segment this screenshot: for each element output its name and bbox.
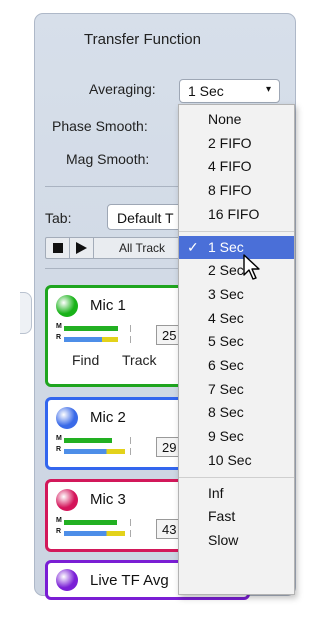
meter-m-fill bbox=[64, 438, 112, 443]
meter-m: M bbox=[56, 323, 148, 332]
dropdown-option-8-fifo[interactable]: 8 FIFO bbox=[179, 179, 294, 202]
dropdown-option-2-sec[interactable]: 2 Sec bbox=[179, 259, 294, 282]
dropdown-option-4-sec[interactable]: 4 Sec bbox=[179, 307, 294, 330]
dropdown-option-none[interactable]: None bbox=[179, 108, 294, 131]
phase-smooth-label: Phase Smooth: bbox=[52, 118, 148, 134]
dropdown-option-16-fifo[interactable]: 16 FIFO bbox=[179, 203, 294, 226]
dropdown-option-10-sec[interactable]: 10 Sec bbox=[179, 449, 294, 472]
meter-m-fill bbox=[64, 326, 118, 331]
meter-m-fill bbox=[64, 520, 117, 525]
track-name: Mic 3 bbox=[90, 491, 126, 508]
play-button[interactable] bbox=[70, 238, 94, 258]
mouse-pointer-icon bbox=[243, 254, 260, 280]
track-button[interactable]: Track bbox=[122, 352, 156, 368]
averaging-select[interactable]: 1 Sec ▾ bbox=[179, 79, 280, 103]
track-color-dot[interactable] bbox=[56, 569, 78, 591]
panel-collapse-handle[interactable] bbox=[20, 292, 32, 334]
meter-m: M bbox=[56, 517, 148, 526]
dropdown-option-inf[interactable]: Inf bbox=[179, 482, 294, 505]
dropdown-option-slow[interactable]: Slow bbox=[179, 529, 294, 552]
mag-smooth-label: Mag Smooth: bbox=[66, 151, 150, 167]
meter-r: R bbox=[56, 334, 148, 343]
dropdown-option-7-sec[interactable]: 7 Sec bbox=[179, 378, 294, 401]
dropdown-option-3-sec[interactable]: 3 Sec bbox=[179, 283, 294, 306]
meter-r-fill bbox=[64, 449, 125, 454]
dropdown-option-fast[interactable]: Fast bbox=[179, 505, 294, 528]
dropdown-option-8-sec[interactable]: 8 Sec bbox=[179, 401, 294, 424]
checkmark-icon: ✓ bbox=[187, 238, 199, 255]
meter-r: R bbox=[56, 446, 148, 455]
track-color-dot[interactable] bbox=[56, 295, 78, 317]
dropdown-option-5-sec[interactable]: 5 Sec bbox=[179, 330, 294, 353]
meter-m: M bbox=[56, 435, 148, 444]
averaging-label: Averaging: bbox=[89, 81, 156, 97]
averaging-dropdown-menu: None 2 FIFO 4 FIFO 8 FIFO 16 FIFO ✓ 1 Sec 2 Sec… bbox=[178, 104, 295, 595]
track-name: Live TF Avg bbox=[90, 572, 169, 589]
track-name: Mic 2 bbox=[90, 409, 126, 426]
play-icon bbox=[76, 242, 87, 254]
tab-label: Tab: bbox=[45, 210, 72, 226]
dropdown-option-1-sec[interactable]: ✓ 1 Sec bbox=[179, 235, 294, 259]
track-color-dot[interactable] bbox=[56, 407, 78, 429]
dropdown-option-9-sec[interactable]: 9 Sec bbox=[179, 425, 294, 448]
track-name: Mic 1 bbox=[90, 297, 126, 314]
dropdown-option-2-fifo[interactable]: 2 FIFO bbox=[179, 132, 294, 155]
chevron-down-icon: ▾ bbox=[265, 84, 271, 95]
meter-r: R bbox=[56, 528, 148, 537]
dropdown-option-4-fifo[interactable]: 4 FIFO bbox=[179, 155, 294, 178]
dropdown-option-6-sec[interactable]: 6 Sec bbox=[179, 354, 294, 377]
track-color-dot[interactable] bbox=[56, 489, 78, 511]
find-button[interactable]: Find bbox=[72, 352, 99, 368]
stop-icon bbox=[53, 243, 63, 253]
all-tracks-button[interactable]: All Track bbox=[119, 241, 165, 255]
stop-button[interactable] bbox=[46, 238, 70, 258]
averaging-value: 1 Sec bbox=[188, 83, 224, 99]
meter-r-fill bbox=[64, 337, 118, 342]
meter-r-fill bbox=[64, 531, 125, 536]
menu-separator bbox=[179, 476, 294, 478]
panel-title: Transfer Function bbox=[84, 31, 201, 48]
menu-separator bbox=[179, 230, 294, 232]
